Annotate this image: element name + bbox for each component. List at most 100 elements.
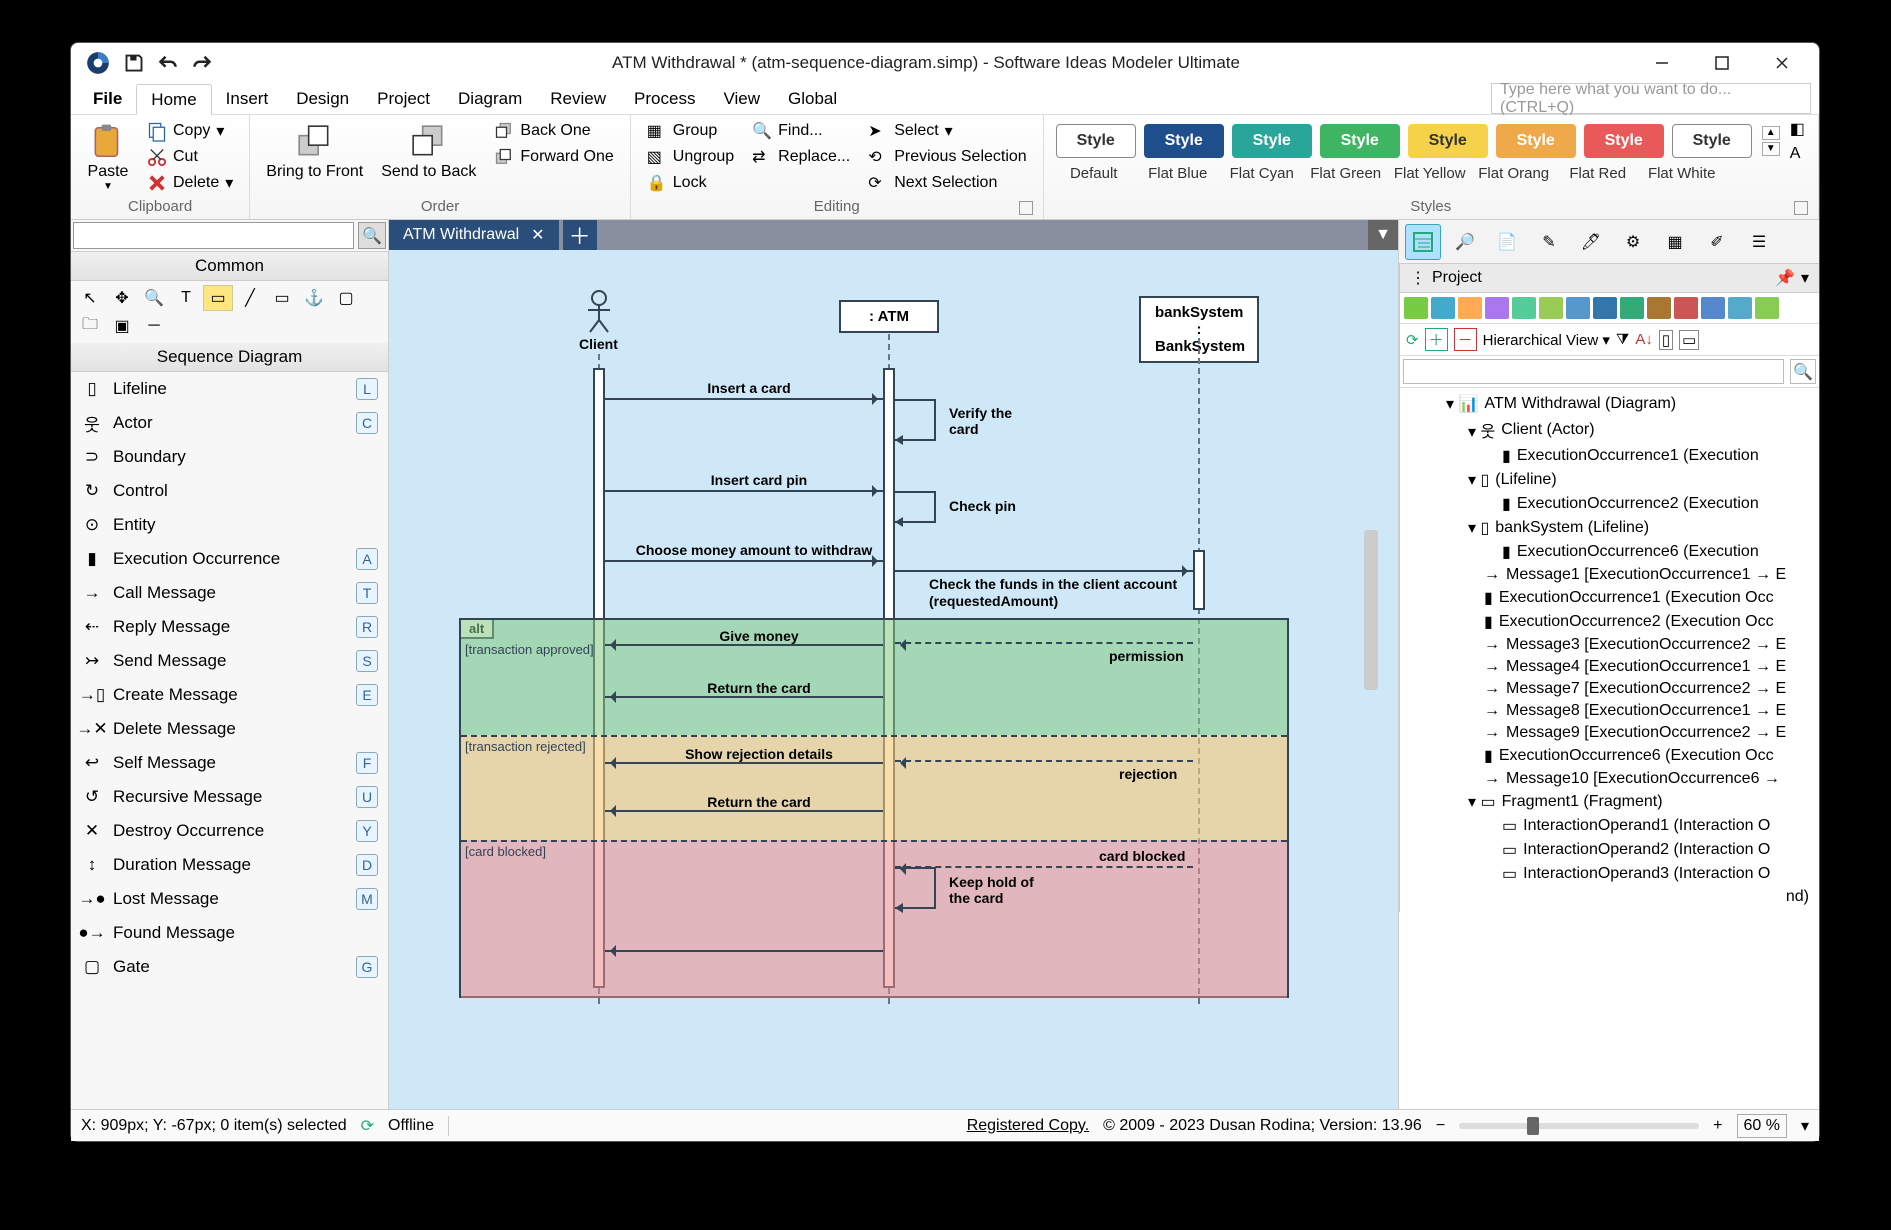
project-view-icon[interactable] bbox=[1405, 224, 1441, 260]
pt-8[interactable] bbox=[1593, 297, 1617, 319]
actor-shape[interactable] bbox=[584, 290, 614, 334]
sort-icon[interactable]: A↓ bbox=[1635, 331, 1653, 348]
menu-diagram[interactable]: Diagram bbox=[444, 83, 536, 114]
pt-12[interactable] bbox=[1701, 297, 1725, 319]
note-tool[interactable]: ▭ bbox=[203, 285, 233, 311]
arrow-insert-pin[interactable] bbox=[605, 490, 883, 492]
toolbox-search-input[interactable] bbox=[73, 222, 354, 249]
tab-close-icon[interactable]: ✕ bbox=[531, 225, 544, 245]
back-one-button[interactable]: Back One bbox=[488, 119, 619, 143]
style-scroll-down[interactable]: ▼ bbox=[1762, 142, 1780, 156]
tool-entity[interactable]: ⊙Entity bbox=[71, 508, 388, 542]
gear-icon[interactable]: ⚙ bbox=[1615, 224, 1651, 260]
project-search-input[interactable] bbox=[1403, 359, 1784, 384]
send-back-button[interactable]: Send to Back bbox=[375, 119, 482, 185]
menu-review[interactable]: Review bbox=[536, 83, 620, 114]
tool-send[interactable]: ↣Send MessageS bbox=[71, 644, 388, 678]
zoom-value[interactable]: 60 % bbox=[1737, 1114, 1787, 1138]
style-flat-green-swatch[interactable]: Style bbox=[1320, 124, 1400, 158]
frame-tool[interactable]: ▣ bbox=[107, 313, 137, 339]
select-button[interactable]: ➤Select ▾ bbox=[862, 119, 1033, 143]
tree-row[interactable]: → Message9 [ExecutionOccurrence2 → E bbox=[1400, 722, 1819, 744]
pt-13[interactable] bbox=[1728, 297, 1752, 319]
styles-dialog-launcher[interactable] bbox=[1794, 201, 1808, 215]
pt-5[interactable] bbox=[1512, 297, 1536, 319]
tree-row[interactable]: ▮ ExecutionOccurrence2 (Execution Occ bbox=[1400, 610, 1819, 634]
pt-folder[interactable] bbox=[1485, 297, 1509, 319]
arrow-rejection[interactable] bbox=[895, 760, 1193, 762]
connector-tool[interactable]: ╱ bbox=[235, 285, 265, 311]
tool-boundary[interactable]: ⊃Boundary bbox=[71, 440, 388, 474]
tab-list-dropdown[interactable]: ▼ bbox=[1368, 220, 1398, 250]
tree-row[interactable]: nd) bbox=[1400, 886, 1819, 908]
arrow-last[interactable] bbox=[605, 950, 883, 952]
tool-duration[interactable]: ↕Duration MessageD bbox=[71, 848, 388, 882]
tree-row[interactable]: ▭ InteractionOperand3 (Interaction O bbox=[1400, 862, 1819, 886]
package-tool[interactable]: 🗀 bbox=[75, 313, 105, 339]
close-button[interactable] bbox=[1753, 45, 1811, 81]
menu-global[interactable]: Global bbox=[774, 83, 851, 114]
tree-row[interactable]: → Message8 [ExecutionOccurrence1 → E bbox=[1400, 700, 1819, 722]
tool-destroy[interactable]: ✕Destroy OccurrenceY bbox=[71, 814, 388, 848]
tree-row[interactable]: ▮ ExecutionOccurrence6 (Execution Occ bbox=[1400, 744, 1819, 768]
tool-lifeline[interactable]: ▯LifelineL bbox=[71, 372, 388, 406]
style-flat-yellow-swatch[interactable]: Style bbox=[1408, 124, 1488, 158]
find-button[interactable]: 🔍Find... bbox=[746, 119, 856, 143]
undo-icon[interactable] bbox=[157, 52, 179, 74]
panel-menu-icon[interactable]: ▾ bbox=[1801, 268, 1809, 288]
new-tab-button[interactable]: ＋ bbox=[563, 220, 597, 250]
tree-row[interactable]: ▮ ExecutionOccurrence2 (Execution bbox=[1400, 492, 1819, 516]
layout2-icon[interactable]: ▭ bbox=[1679, 330, 1699, 350]
project-search-button[interactable]: 🔍 bbox=[1790, 359, 1816, 384]
style-flat-orange-swatch[interactable]: Style bbox=[1496, 124, 1576, 158]
tool-recursive[interactable]: ↺Recursive MessageU bbox=[71, 780, 388, 814]
menu-process[interactable]: Process bbox=[620, 83, 709, 114]
paste-button[interactable]: Paste▼ bbox=[81, 119, 135, 196]
tool-found[interactable]: ●→Found Message bbox=[71, 916, 388, 950]
panel-grip-icon[interactable]: ⋮ bbox=[1410, 268, 1426, 288]
anchor-tool[interactable]: ⚓ bbox=[299, 285, 329, 311]
layers-icon[interactable]: ☰ bbox=[1741, 224, 1777, 260]
zoom-dropdown-icon[interactable]: ▾ bbox=[1801, 1116, 1809, 1136]
style-scroll-up[interactable]: ▲ bbox=[1762, 126, 1780, 140]
zoom-in-button[interactable]: + bbox=[1713, 1117, 1722, 1135]
menu-home[interactable]: Home bbox=[136, 84, 211, 115]
tree-row[interactable]: ▭ InteractionOperand2 (Interaction O bbox=[1400, 838, 1819, 862]
project-tree[interactable]: ▾ 📊 ATM Withdrawal (Diagram) ▾ 웃 Client … bbox=[1400, 388, 1819, 912]
tree-row[interactable]: ▾ 📊 ATM Withdrawal (Diagram) bbox=[1400, 392, 1819, 416]
diagram-canvas[interactable]: Client : ATM bankSystem :BankSystem bbox=[389, 250, 1398, 1109]
zoom-tool[interactable]: 🔍 bbox=[139, 285, 169, 311]
arrow-give[interactable] bbox=[605, 644, 883, 646]
edit-icon[interactable]: ✎ bbox=[1531, 224, 1567, 260]
add-icon[interactable]: ＋ bbox=[1425, 328, 1448, 351]
tree-row[interactable]: → Message4 [ExecutionOccurrence1 → E bbox=[1400, 656, 1819, 678]
arrow-return1[interactable] bbox=[605, 696, 883, 698]
arrow-show-rej[interactable] bbox=[605, 762, 883, 764]
group-button[interactable]: ▦Group bbox=[641, 119, 740, 143]
tree-row[interactable]: ▾ ▭ Fragment1 (Fragment) bbox=[1400, 790, 1819, 814]
pt-7[interactable] bbox=[1566, 297, 1590, 319]
style-default-swatch[interactable]: Style bbox=[1056, 124, 1136, 158]
redo-icon[interactable] bbox=[191, 52, 213, 74]
prev-selection-button[interactable]: ⟲Previous Selection bbox=[862, 145, 1033, 169]
preview-icon[interactable]: 🔎 bbox=[1447, 224, 1483, 260]
filter-icon[interactable]: ⧩ bbox=[1616, 331, 1629, 348]
pens-icon[interactable]: 🖊 bbox=[1573, 224, 1609, 260]
tree-row[interactable]: → Message10 [ExecutionOccurrence6 → bbox=[1400, 768, 1819, 790]
tool-exec[interactable]: ▮Execution OccurrenceA bbox=[71, 542, 388, 576]
pt-10[interactable] bbox=[1647, 297, 1671, 319]
minimize-button[interactable] bbox=[1633, 45, 1691, 81]
pt-new[interactable] bbox=[1404, 297, 1428, 319]
style-flat-white-swatch[interactable]: Style bbox=[1672, 124, 1752, 158]
tree-row[interactable]: ▾ 웃 Client (Actor) bbox=[1400, 416, 1819, 444]
edit2-icon[interactable]: ✐ bbox=[1699, 224, 1735, 260]
bank-exec[interactable] bbox=[1193, 550, 1205, 610]
cut-button[interactable]: Cut bbox=[141, 145, 239, 169]
self-verify[interactable] bbox=[895, 400, 945, 450]
tool-actor[interactable]: 웃ActorC bbox=[71, 406, 388, 440]
grid-icon[interactable]: ▦ bbox=[1657, 224, 1693, 260]
copy-button[interactable]: Copy ▾ bbox=[141, 119, 239, 143]
ungroup-button[interactable]: ▧Ungroup bbox=[641, 145, 740, 169]
tree-row[interactable]: → Message1 [ExecutionOccurrence1 → E bbox=[1400, 564, 1819, 586]
tool-lost[interactable]: →●Lost MessageM bbox=[71, 882, 388, 916]
